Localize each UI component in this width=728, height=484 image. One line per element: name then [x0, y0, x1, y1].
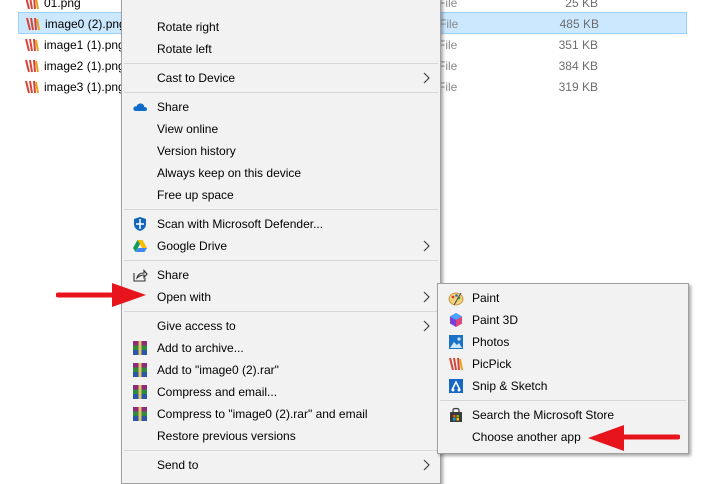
context-menu: Rotate right Rotate left Cast to Device … — [121, 0, 441, 484]
annotation-arrow-open-with — [56, 283, 146, 307]
menu-item-share[interactable]: Share — [122, 264, 440, 286]
file-size: 351 KB — [558, 38, 598, 52]
file-name: 01.png — [44, 0, 81, 10]
menu-item-label: Share — [157, 268, 190, 282]
submenu-item-label: Photos — [472, 335, 510, 349]
file-size: 384 KB — [558, 59, 598, 73]
winrar-icon — [132, 406, 148, 422]
submenu-item-label: Paint — [472, 291, 500, 305]
menu-item-add-to-rar[interactable]: Add to "image0 (2).rar" — [122, 359, 440, 381]
picpick-icon — [448, 356, 464, 372]
winrar-icon — [132, 340, 148, 356]
submenu-item-label: Choose another app — [472, 430, 581, 444]
menu-item-compress-to-rar-email[interactable]: Compress to "image0 (2).rar" and email — [122, 403, 440, 425]
defender-shield-icon — [132, 216, 148, 232]
submenu-item-label: Paint 3D — [472, 313, 519, 327]
menu-separator — [124, 311, 438, 312]
menu-item-label: Scan with Microsoft Defender... — [157, 217, 324, 231]
menu-item-open-with[interactable]: Open with — [122, 286, 440, 308]
submenu-item-label: Search the Microsoft Store — [472, 408, 615, 422]
file-size: 25 KB — [565, 0, 598, 10]
chevron-right-icon — [422, 289, 432, 305]
menu-item-label: Share — [157, 100, 190, 114]
annotation-arrow-choose-another-app — [588, 425, 680, 451]
menu-item-share-onedrive[interactable]: Share — [122, 96, 440, 118]
menu-separator — [124, 209, 438, 210]
menu-item-label: Rotate left — [157, 42, 212, 56]
store-bag-icon — [448, 407, 464, 423]
menu-item-label: Compress and email... — [157, 385, 278, 399]
menu-item-cast-to-device[interactable]: Cast to Device — [122, 67, 440, 89]
menu-item-give-access-to[interactable]: Give access to — [122, 315, 440, 337]
menu-item-scan-defender[interactable]: Scan with Microsoft Defender... — [122, 213, 440, 235]
paint-icon — [448, 290, 464, 306]
menu-item-label: Open with — [157, 290, 212, 304]
menu-item-label: View online — [157, 122, 219, 136]
menu-item-add-to-archive[interactable]: Add to archive... — [122, 337, 440, 359]
menu-separator — [440, 400, 686, 401]
menu-item-version-history[interactable]: Version history — [122, 140, 440, 162]
file-name: image2 (1).png — [44, 59, 125, 73]
menu-item-label: Add to archive... — [157, 341, 244, 355]
submenu-item-label: Snip & Sketch — [472, 379, 548, 393]
menu-separator — [124, 260, 438, 261]
menu-item-send-to[interactable]: Send to — [122, 454, 440, 476]
winrar-icon — [132, 384, 148, 400]
file-name: image3 (1).png — [44, 80, 125, 94]
submenu-item-label: PicPick — [472, 357, 512, 371]
menu-item-label: Send to — [157, 458, 199, 472]
menu-item-always-keep[interactable]: Always keep on this device — [122, 162, 440, 184]
menu-separator — [124, 450, 438, 451]
submenu-item-photos[interactable]: Photos — [438, 331, 688, 353]
file-type: File — [439, 17, 459, 31]
paint-3d-icon — [448, 312, 464, 328]
menu-item-label: Version history — [157, 144, 236, 158]
menu-item-label: Give access to — [157, 319, 236, 333]
menu-item-label: Add to "image0 (2).rar" — [157, 363, 279, 377]
menu-item-label: Rotate right — [157, 20, 220, 34]
menu-separator — [124, 63, 438, 64]
menu-item-free-up-space[interactable]: Free up space — [122, 184, 440, 206]
picpick-file-icon — [24, 37, 40, 53]
menu-item-label: Restore previous versions — [157, 429, 296, 443]
file-name: image1 (1).png — [44, 38, 125, 52]
menu-item-view-online[interactable]: View online — [122, 118, 440, 140]
file-size: 485 KB — [559, 17, 599, 31]
submenu-item-snip-sketch[interactable]: Snip & Sketch — [438, 375, 688, 397]
menu-item-label: Free up space — [157, 188, 234, 202]
winrar-icon — [132, 362, 148, 378]
menu-item-label: Cast to Device — [157, 71, 236, 85]
submenu-item-picpick[interactable]: PicPick — [438, 353, 688, 375]
chevron-right-icon — [422, 70, 432, 86]
menu-item-restore-previous-versions[interactable]: Restore previous versions — [122, 425, 440, 447]
menu-item-rotate-left[interactable]: Rotate left — [122, 38, 440, 60]
onedrive-cloud-icon — [132, 99, 148, 115]
picpick-file-icon — [24, 0, 40, 11]
submenu-item-paint[interactable]: Paint — [438, 287, 688, 309]
google-drive-icon — [132, 238, 148, 254]
chevron-right-icon — [422, 457, 432, 473]
menu-item-label: Compress to "image0 (2).rar" and email — [157, 407, 368, 421]
menu-item-label: Google Drive — [157, 239, 228, 253]
menu-item-label: Always keep on this device — [157, 166, 302, 180]
photos-icon — [448, 334, 464, 350]
submenu-item-paint-3d[interactable]: Paint 3D — [438, 309, 688, 331]
file-name: image0 (2).png — [45, 17, 126, 31]
file-size: 319 KB — [558, 80, 598, 94]
menu-item-google-drive[interactable]: Google Drive — [122, 235, 440, 257]
picpick-file-icon — [25, 16, 41, 32]
chevron-right-icon — [422, 318, 432, 334]
chevron-right-icon — [422, 238, 432, 254]
menu-separator — [124, 92, 438, 93]
picpick-file-icon — [24, 79, 40, 95]
menu-item-compress-and-email[interactable]: Compress and email... — [122, 381, 440, 403]
picpick-file-icon — [24, 58, 40, 74]
snip-sketch-icon — [448, 378, 464, 394]
submenu-item-search-store[interactable]: Search the Microsoft Store — [438, 404, 688, 426]
menu-item-rotate-right[interactable]: Rotate right — [122, 16, 440, 38]
